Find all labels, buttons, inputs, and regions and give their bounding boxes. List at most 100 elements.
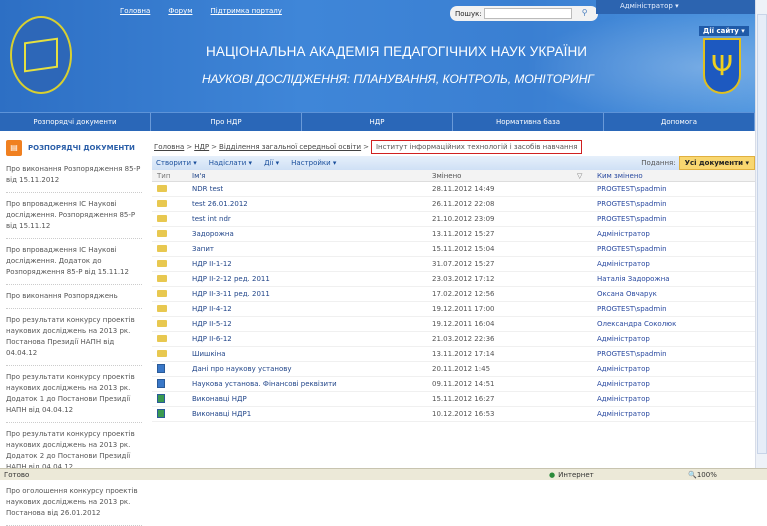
sidebar-item[interactable]: Про результати конкурсу проектів наукови…	[6, 309, 142, 366]
nav-item-ndr[interactable]: НДР	[302, 113, 453, 131]
table-row[interactable]: НДР ІІ-6-12 21.03.2012 22:36 Адміністратор	[152, 332, 755, 347]
modified-cell: 26.11.2012 22:08	[432, 200, 495, 208]
table-row[interactable]: НДР ІІ-2-12 ред. 2011 23.03.2012 17:12 Нат…	[152, 272, 755, 287]
upload-menu[interactable]: Надіслати ▾	[209, 159, 252, 167]
actions-menu[interactable]: Дії ▾	[264, 159, 279, 167]
name-link[interactable]: Виконавці НДР1	[192, 410, 432, 418]
col-name[interactable]: Ім'я	[192, 172, 432, 180]
name-link[interactable]: Задорожна	[192, 230, 432, 238]
table-row[interactable]: Наукова установа. Фінансові реквізити 09.…	[152, 377, 755, 392]
name-link[interactable]: NDR test	[192, 185, 432, 193]
breadcrumb-department[interactable]: Відділення загальної середньої освіти	[219, 143, 361, 151]
modified-by-link[interactable]: Оксана Овчарук	[597, 290, 752, 298]
name-link[interactable]: test int ndr	[192, 215, 432, 223]
col-modified-by[interactable]: Ким змінено	[597, 172, 752, 180]
top-links: Головна Форум Підтримка порталу	[120, 7, 282, 15]
name-link[interactable]: Дані про наукову установу	[192, 365, 432, 373]
name-link[interactable]: Виконавці НДР	[192, 395, 432, 403]
folder-icon	[157, 274, 167, 282]
modified-by-link[interactable]: PROGTEST\spadmin	[597, 350, 752, 358]
modified-cell: 09.11.2012 14:51	[432, 380, 495, 388]
table-row[interactable]: test int ndr 21.10.2012 23:09 PROGTEST\spa…	[152, 212, 755, 227]
modified-by-link[interactable]: PROGTEST\spadmin	[597, 245, 752, 253]
modified-by-link[interactable]: Олександра Соколюк	[597, 320, 752, 328]
view-dropdown[interactable]: Усі документи ▾	[678, 156, 755, 170]
breadcrumb-home[interactable]: Головна	[154, 143, 184, 151]
nav-item-regulations[interactable]: Нормативна база	[453, 113, 604, 131]
forum-link[interactable]: Форум	[168, 7, 192, 15]
name-link[interactable]: Запит	[192, 245, 432, 253]
name-link[interactable]: НДР ІІ-1-12	[192, 260, 432, 268]
search-icon[interactable]: ⚲	[576, 8, 594, 20]
table-row[interactable]: test 26.01.2012 26.11.2012 22:08 PROGTEST\…	[152, 197, 755, 212]
modified-by-link[interactable]: PROGTEST\spadmin	[597, 305, 752, 313]
vertical-scrollbar[interactable]	[755, 0, 767, 468]
table-row[interactable]: НДР ІІ-3-11 ред. 2011 17.02.2012 12:56 Окс…	[152, 287, 755, 302]
name-link[interactable]: Наукова установа. Фінансові реквізити	[192, 380, 432, 388]
folder-icon	[157, 199, 167, 207]
filter-icon[interactable]: ▽	[577, 172, 597, 180]
col-modified[interactable]: Змінено	[432, 172, 577, 180]
sidebar-item[interactable]: Про виконання Розпоряджень	[6, 285, 142, 309]
modified-by-link[interactable]: Наталія Задорожна	[597, 275, 752, 283]
sidebar-item[interactable]: Про впровадження ІС Наукові дослідження.…	[6, 193, 142, 239]
settings-menu[interactable]: Настройки ▾	[291, 159, 336, 167]
breadcrumb: Головна > НДР > Відділення загальної серед…	[152, 138, 755, 156]
academy-logo[interactable]	[10, 16, 72, 94]
modified-by-link[interactable]: Адміністратор	[597, 260, 752, 268]
name-link[interactable]: НДР ІІ-5-12	[192, 320, 432, 328]
type-cell	[152, 199, 192, 209]
home-link[interactable]: Головна	[120, 7, 150, 15]
name-link[interactable]: Шишкіна	[192, 350, 432, 358]
trident-coat-of-arms-icon: Ψ	[703, 38, 741, 94]
table-row[interactable]: НДР ІІ-1-12 31.07.2012 15:27 Адміністратор	[152, 257, 755, 272]
table-row[interactable]: Виконавці НДР1 10.12.2012 16:53 Адміністра…	[152, 407, 755, 422]
table-row[interactable]: Шишкіна 13.11.2012 17:14 PROGTEST\spadmin	[152, 347, 755, 362]
table-row[interactable]: Запит 15.11.2012 15:04 PROGTEST\spadmin	[152, 242, 755, 257]
name-link[interactable]: test 26.01.2012	[192, 200, 432, 208]
folder-icon	[157, 259, 167, 267]
modified-by-link[interactable]: PROGTEST\spadmin	[597, 215, 752, 223]
breadcrumb-ndr[interactable]: НДР	[194, 143, 209, 151]
site-actions-button[interactable]: Дії сайту ▾	[699, 26, 749, 36]
table-row[interactable]: Дані про наукову установу 20.11.2012 1:45…	[152, 362, 755, 377]
user-menu[interactable]: Адміністратор ▾	[596, 0, 755, 14]
table-row[interactable]: Задорожна 13.11.2012 15:27 Адміністратор	[152, 227, 755, 242]
sidebar-item[interactable]: Про результати конкурсу проектів наукови…	[6, 366, 142, 423]
search-input[interactable]	[483, 8, 572, 19]
site-header: Головна Форум Підтримка порталу Пошук: ⚲…	[0, 0, 755, 112]
table-row[interactable]: НДР ІІ-5-12 19.12.2011 16:04 Олександра Со…	[152, 317, 755, 332]
nav-item-help[interactable]: Допомога	[604, 113, 755, 131]
table-row[interactable]: Виконавці НДР 15.11.2012 16:27 Адміністрат…	[152, 392, 755, 407]
view-label: Подання:	[641, 159, 676, 167]
sidebar-item[interactable]: Про впровадження ІС Наукові дослідження.…	[6, 239, 142, 285]
name-link[interactable]: НДР ІІ-6-12	[192, 335, 432, 343]
table-row[interactable]: НДР ІІ-4-12 19.12.2011 17:00 PROGTEST\spad…	[152, 302, 755, 317]
view-selector: Подання: Усі документи ▾	[641, 156, 755, 170]
zoom-level[interactable]: 100%	[697, 471, 717, 479]
modified-by-link[interactable]: Адміністратор	[597, 395, 752, 403]
name-link[interactable]: НДР ІІ-2-12 ред. 2011	[192, 275, 432, 283]
support-link[interactable]: Підтримка порталу	[211, 7, 282, 15]
sidebar-item[interactable]: Про виконання Розпорядження 85-Р від 15.…	[6, 158, 142, 193]
type-cell	[152, 334, 192, 344]
modified-by-link[interactable]: PROGTEST\spadmin	[597, 185, 752, 193]
modified-by-link[interactable]: Адміністратор	[597, 380, 752, 388]
name-link[interactable]: НДР ІІ-4-12	[192, 305, 432, 313]
modified-by-link[interactable]: Адміністратор	[597, 365, 752, 373]
modified-by-link[interactable]: Адміністратор	[597, 230, 752, 238]
modified-by-link[interactable]: PROGTEST\spadmin	[597, 200, 752, 208]
sidebar-item[interactable]: Про оголошення конкурсу проектів наукови…	[6, 480, 142, 526]
site-subtitle: НАУКОВІ ДОСЛІДЖЕННЯ: ПЛАНУВАННЯ, КОНТРОЛ…	[202, 72, 594, 86]
col-type[interactable]: Тип	[152, 172, 192, 180]
nav-item-directives[interactable]: Розпорядчі документи	[0, 113, 151, 131]
table-row[interactable]: NDR test 28.11.2012 14:49 PROGTEST\spadmin	[152, 182, 755, 197]
modified-by-link[interactable]: Адміністратор	[597, 335, 752, 343]
nav-item-about[interactable]: Про НДР	[151, 113, 302, 131]
modified-by-link[interactable]: Адміністратор	[597, 410, 752, 418]
scrollbar-thumb[interactable]	[757, 14, 767, 454]
create-menu[interactable]: Створити ▾	[156, 159, 197, 167]
main-nav: Розпорядчі документи Про НДР НДР Нормати…	[0, 112, 755, 131]
document-list: NDR test 28.11.2012 14:49 PROGTEST\spadmin…	[152, 182, 755, 422]
name-link[interactable]: НДР ІІ-3-11 ред. 2011	[192, 290, 432, 298]
